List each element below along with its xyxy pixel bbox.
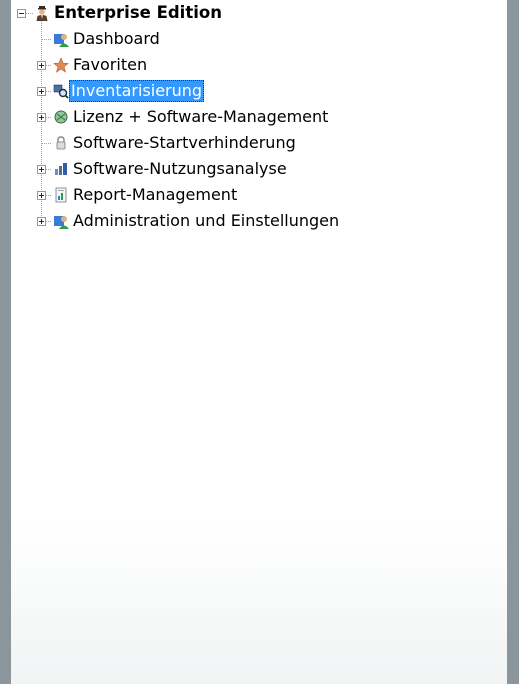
navigation-tree: Enterprise Edition Dashboard Favoriten I… bbox=[11, 0, 507, 684]
favorites-star-icon bbox=[53, 57, 69, 73]
usage-analysis-icon bbox=[55, 163, 67, 175]
license-globe-icon bbox=[54, 110, 68, 124]
navigation-tree-panel: Enterprise Edition Dashboard Favoriten I… bbox=[11, 0, 507, 684]
tree-item-label: Favoriten bbox=[73, 55, 148, 74]
tree-item-label: Lizenz + Software-Management bbox=[73, 107, 329, 126]
tree-item-inventarisierung[interactable]: Inventarisierung bbox=[69, 79, 205, 103]
tree-item-label: Inventarisierung bbox=[69, 80, 205, 102]
lock-icon bbox=[56, 136, 66, 150]
tree-item-label: Administration und Einstellungen bbox=[73, 211, 340, 230]
tree-item-software-startverhinderung[interactable]: Software-Startverhinderung bbox=[71, 131, 298, 155]
expand-toggle-favoriten[interactable] bbox=[37, 61, 46, 70]
tree-root-node[interactable]: Enterprise Edition bbox=[52, 1, 224, 25]
expand-toggle-nutzungsanalyse[interactable] bbox=[37, 165, 46, 174]
tree-connector-h bbox=[41, 39, 51, 40]
inventory-magnifier-icon bbox=[53, 84, 69, 99]
collapse-root-toggle[interactable] bbox=[17, 9, 26, 18]
expand-toggle-inventarisierung[interactable] bbox=[37, 87, 46, 96]
agent-person-icon bbox=[36, 6, 48, 21]
expand-toggle-lizenz[interactable] bbox=[37, 113, 46, 122]
tree-item-favoriten[interactable]: Favoriten bbox=[71, 53, 149, 77]
tree-item-software-nutzungsanalyse[interactable]: Software-Nutzungsanalyse bbox=[71, 157, 289, 181]
tree-item-lizenz-software-management[interactable]: Lizenz + Software-Management bbox=[71, 105, 330, 129]
tree-item-label: Report-Management bbox=[73, 185, 238, 204]
expand-toggle-administration[interactable] bbox=[37, 217, 46, 226]
tree-root-label: Enterprise Edition bbox=[54, 3, 222, 22]
tree-item-label: Dashboard bbox=[73, 29, 160, 48]
tree-item-label: Software-Startverhinderung bbox=[73, 133, 296, 152]
expand-toggle-report[interactable] bbox=[37, 191, 46, 200]
tree-item-dashboard[interactable]: Dashboard bbox=[71, 27, 162, 51]
admin-user-icon bbox=[54, 216, 69, 229]
dashboard-user-icon bbox=[54, 34, 69, 47]
tree-item-administration[interactable]: Administration und Einstellungen bbox=[71, 209, 341, 233]
tree-connector-h bbox=[41, 143, 51, 144]
tree-item-report-management[interactable]: Report-Management bbox=[71, 183, 239, 207]
report-document-icon bbox=[55, 187, 67, 203]
tree-item-label: Software-Nutzungsanalyse bbox=[73, 159, 287, 178]
